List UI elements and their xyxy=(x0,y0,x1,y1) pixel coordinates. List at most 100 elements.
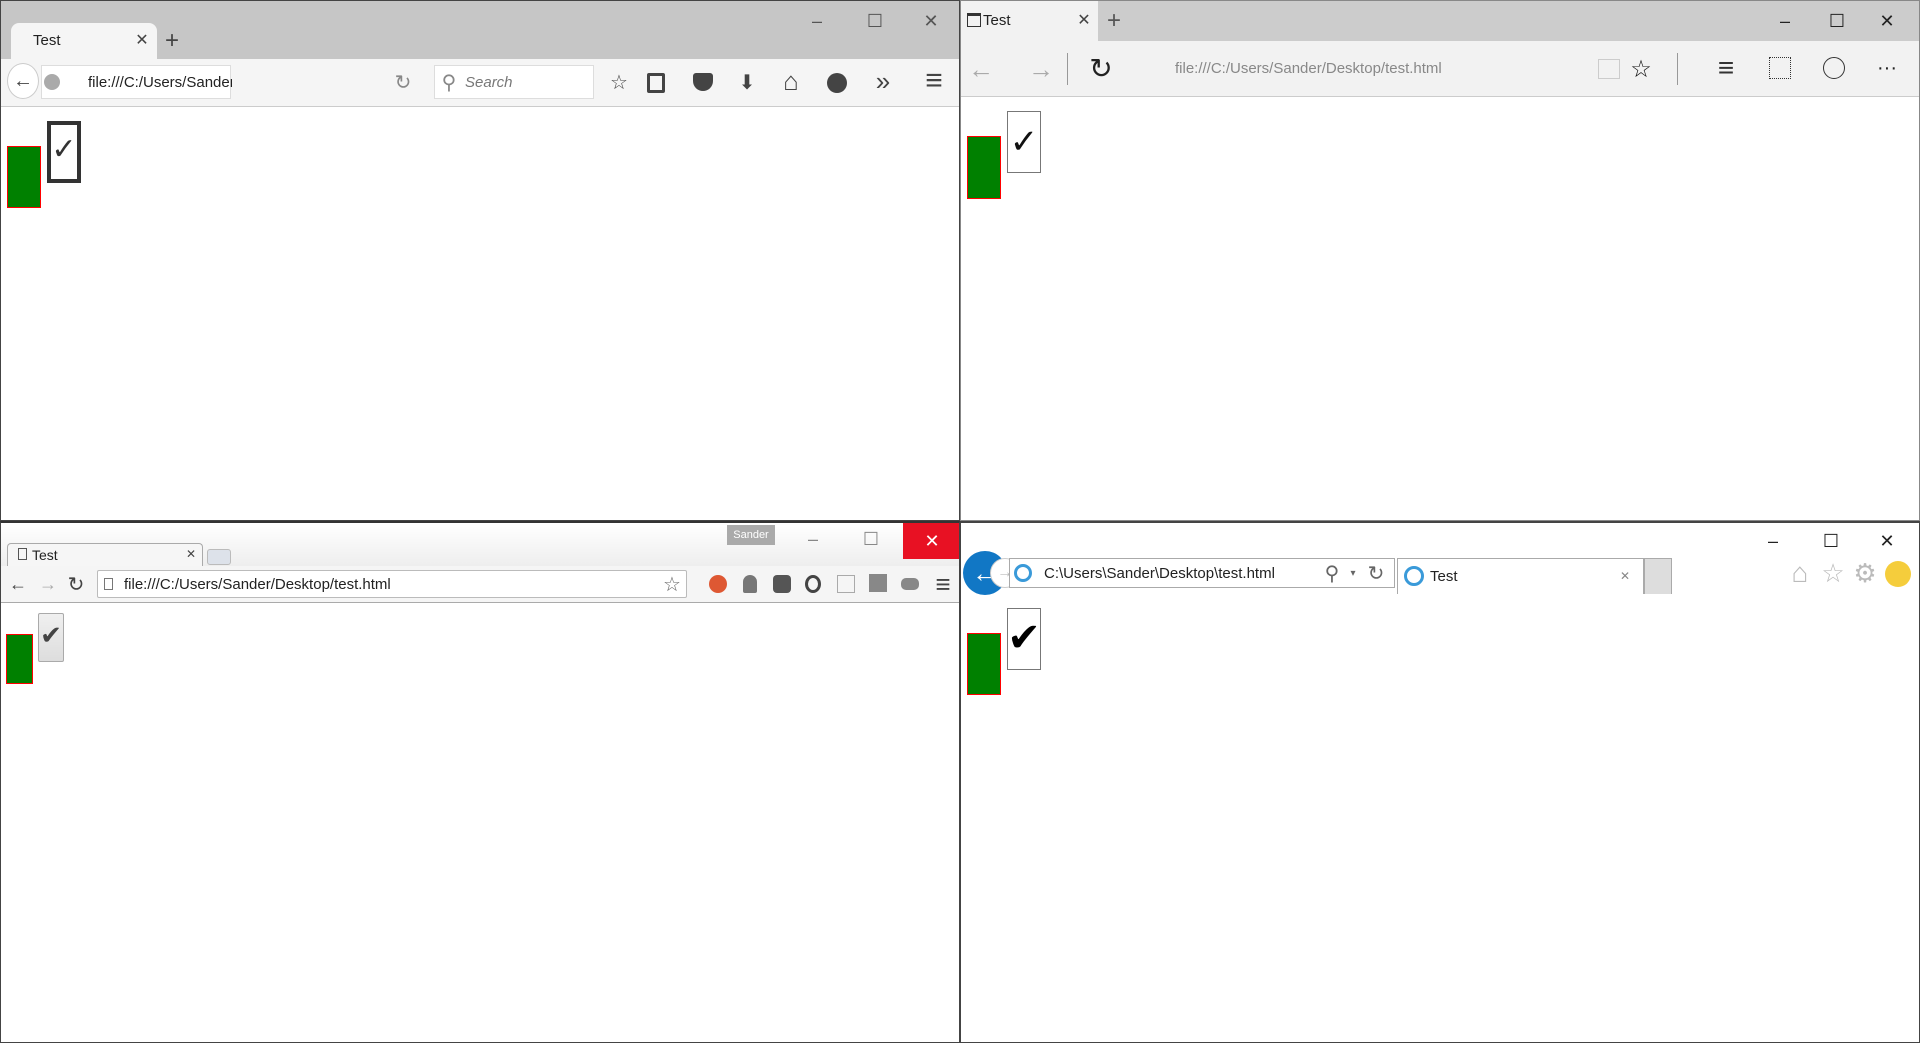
search-field[interactable]: ⚲ Search xyxy=(434,65,594,99)
maximize-icon[interactable]: ☐ xyxy=(855,9,895,33)
home-icon[interactable]: ⌂ xyxy=(777,65,805,97)
extension-icon[interactable] xyxy=(837,575,855,593)
url-text: file:///C:/Users/Sander/Desktop/test.htm… xyxy=(124,576,391,593)
check-icon: ✓ xyxy=(1009,123,1039,161)
new-tab-button[interactable] xyxy=(1644,558,1672,594)
menu-icon[interactable]: ≡ xyxy=(929,568,957,600)
checkbox[interactable]: ✓ xyxy=(1007,111,1041,173)
badger-extension-icon[interactable] xyxy=(773,575,791,593)
back-icon[interactable]: ← xyxy=(5,570,31,598)
search-icon[interactable]: ⚲ xyxy=(1320,561,1344,585)
url-bar[interactable]: file:///C:/Users/Sander/Desktop/tes xyxy=(41,65,232,99)
new-tab-icon[interactable]: + xyxy=(1101,7,1127,35)
close-window-icon[interactable]: ✕ xyxy=(1867,9,1907,33)
close-window-icon[interactable]: ✕ xyxy=(903,523,959,559)
ie-address[interactable]: C:\Users\Sander\Desktop\test.html ⚲ ▾ ↻ xyxy=(1009,558,1395,588)
close-tab-icon[interactable]: ✕ xyxy=(133,31,151,49)
url-text[interactable]: file:///C:/Users/Sander/Desktop/test.htm… xyxy=(1175,60,1442,77)
edge-toolbar: ← → ↻ file:///C:/Users/Sander/Desktop/te… xyxy=(961,41,1919,97)
chat-icon[interactable] xyxy=(827,73,847,93)
home-icon[interactable]: ⌂ xyxy=(1785,557,1815,589)
tab-title: Test xyxy=(983,12,1011,29)
ie-window: – ☐ ✕ ← → C:\Users\Sander\Desktop\test.h… xyxy=(960,521,1920,1043)
forward-icon[interactable]: → xyxy=(35,570,61,598)
checkbox[interactable]: ✔ xyxy=(38,613,64,662)
forward-icon[interactable]: → xyxy=(1025,53,1057,85)
edge-tab[interactable]: Test ✕ xyxy=(961,1,1098,41)
dropdown-icon[interactable]: ▾ xyxy=(1346,561,1360,585)
minimize-icon[interactable]: – xyxy=(1753,529,1793,553)
reading-list-icon[interactable] xyxy=(647,73,665,93)
maximize-icon[interactable]: ☐ xyxy=(1817,9,1857,33)
maximize-icon[interactable]: ☐ xyxy=(851,529,891,549)
reading-view-icon[interactable] xyxy=(1598,59,1620,79)
globe-icon xyxy=(44,74,60,90)
menu-icon[interactable]: ≡ xyxy=(919,63,949,99)
ie-logo-icon xyxy=(1404,566,1424,586)
check-icon: ✔ xyxy=(40,619,62,650)
chrome-window: Test ✕ Sander – ☐ ✕ ← → ↻ file:///C:/Use… xyxy=(0,521,960,1043)
more-icon[interactable]: ··· xyxy=(1869,53,1905,83)
maximize-icon[interactable]: ☐ xyxy=(1811,529,1851,553)
chrome-toolbar: ← → ↻ file:///C:/Users/Sander/Desktop/te… xyxy=(1,566,959,603)
checkbox[interactable]: ✔ xyxy=(1007,608,1041,670)
pocket-icon[interactable] xyxy=(693,73,713,91)
hub-icon[interactable]: ≡ xyxy=(1711,51,1741,85)
firefox-toolbar: ← file:///C:/Users/Sander/Desktop/tes ↻ … xyxy=(1,59,959,107)
overflow-icon[interactable]: » xyxy=(869,65,897,97)
refresh-icon[interactable]: ↻ xyxy=(1364,561,1388,585)
favorite-star-icon[interactable]: ☆ xyxy=(1627,53,1655,85)
close-window-icon[interactable]: ✕ xyxy=(1867,529,1907,553)
tab-title: Test xyxy=(32,547,58,563)
minimize-icon[interactable]: – xyxy=(1765,9,1805,33)
feedback-smiley-icon[interactable] xyxy=(1885,561,1911,587)
close-window-icon[interactable]: ✕ xyxy=(911,9,951,33)
new-tab-icon[interactable]: + xyxy=(157,27,187,54)
firefox-window: Test ✕ + – ☐ ✕ ← file:///C:/Users/Sander… xyxy=(0,0,960,521)
web-note-icon[interactable] xyxy=(1769,57,1791,79)
share-icon[interactable] xyxy=(1823,57,1845,79)
url-divider xyxy=(1067,53,1068,85)
toolbar-divider xyxy=(1677,53,1678,85)
search-input[interactable] xyxy=(237,65,238,66)
check-icon: ✓ xyxy=(51,132,77,166)
green-box xyxy=(967,633,1001,695)
download-icon[interactable]: ⬇ xyxy=(733,67,761,97)
url-text: C:\Users\Sander\Desktop\test.html xyxy=(1044,565,1275,582)
ie-tab[interactable]: Test ✕ xyxy=(1397,558,1644,594)
green-box xyxy=(7,146,41,208)
omnibox[interactable]: file:///C:/Users/Sander/Desktop/test.htm… xyxy=(97,570,687,598)
ghostery-extension-icon[interactable] xyxy=(743,575,757,593)
bookmark-star-icon[interactable]: ☆ xyxy=(660,573,684,596)
favorites-star-icon[interactable]: ☆ xyxy=(1819,557,1847,589)
discord-extension-icon[interactable] xyxy=(901,578,919,590)
bookmark-star-icon[interactable]: ☆ xyxy=(605,67,633,97)
close-tab-icon[interactable]: ✕ xyxy=(184,547,198,561)
reload-icon[interactable]: ↻ xyxy=(389,67,417,97)
checkbox[interactable]: ✓ xyxy=(47,121,81,183)
profile-badge[interactable]: Sander xyxy=(727,525,775,545)
minimize-icon[interactable]: – xyxy=(793,529,833,549)
settings-gear-icon[interactable]: ⚙ xyxy=(1851,557,1879,589)
ublock-extension-icon[interactable] xyxy=(805,575,821,593)
firefox-tab[interactable]: Test ✕ xyxy=(11,23,157,59)
new-tab-button[interactable] xyxy=(207,549,231,565)
green-box xyxy=(967,136,1001,199)
minimize-icon[interactable]: – xyxy=(797,9,837,33)
reload-icon[interactable]: ↻ xyxy=(1085,51,1117,85)
tab-title: Test xyxy=(33,32,61,49)
search-placeholder: Search xyxy=(465,74,513,91)
green-box xyxy=(6,634,33,684)
back-icon[interactable]: ← xyxy=(965,53,997,85)
tab-page-icon xyxy=(967,13,981,27)
close-tab-icon[interactable]: ✕ xyxy=(1075,11,1093,29)
css-extension-icon[interactable] xyxy=(869,574,887,592)
duckduckgo-extension-icon[interactable] xyxy=(709,575,727,593)
back-icon[interactable]: ← xyxy=(7,63,39,99)
page-icon xyxy=(104,578,113,590)
reload-icon[interactable]: ↻ xyxy=(63,570,89,598)
chrome-tab[interactable]: Test ✕ xyxy=(7,543,203,566)
close-tab-icon[interactable]: ✕ xyxy=(1618,569,1632,583)
edge-window: Test ✕ + – ☐ ✕ ← → ↻ file:///C:/Users/Sa… xyxy=(960,0,1920,521)
check-icon: ✔ xyxy=(1007,616,1041,660)
